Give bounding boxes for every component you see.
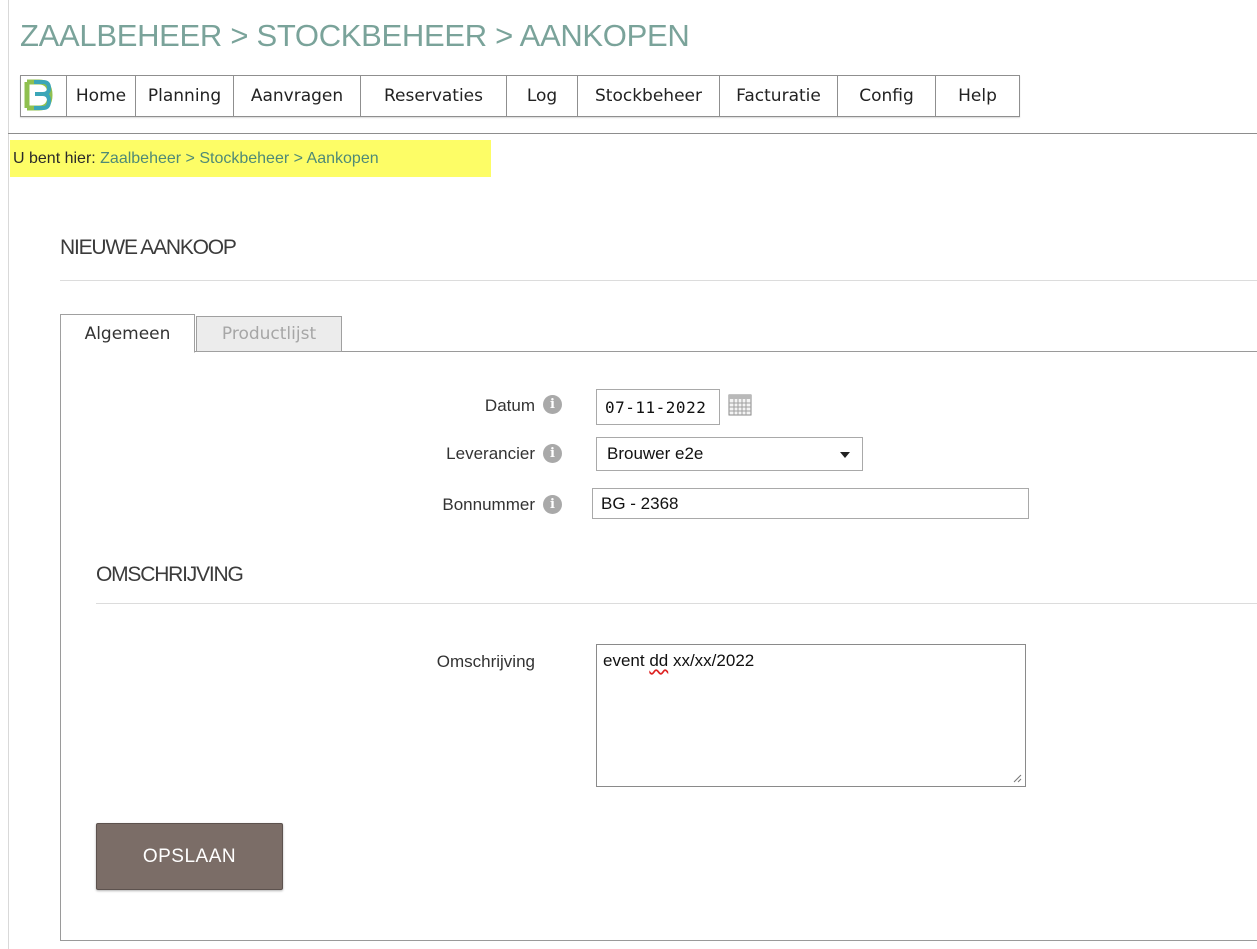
leverancier-select[interactable]: Brouwer e2e [596,437,863,471]
nav-item-home[interactable]: Home [67,76,136,116]
breadcrumb-separator: > [181,150,200,167]
nav-item-stockbeheer[interactable]: Stockbeheer [578,76,720,116]
breadcrumb-prefix: U bent hier [13,150,92,167]
nav-item-facturatie[interactable]: Facturatie [720,76,838,116]
breadcrumb-separator: > [289,150,307,167]
omschrijving-label: Omschrijving [436,652,535,671]
nav-item-aanvragen[interactable]: Aanvragen [234,76,361,116]
info-icon[interactable]: i [543,395,562,414]
omschrijving-textarea[interactable]: event dd xx/xx/2022 [596,644,1026,787]
bonnummer-input[interactable]: BG - 2368 [592,488,1029,519]
form-title-divider [60,280,1257,281]
omschrijving-section-title: OMSCHRIJVING [96,563,244,586]
omschrijving-text: event dd xx/xx/2022 [603,651,755,670]
page-title: ZAALBEHEER > STOCKBEHEER > AANKOPEN [20,18,690,53]
resize-grip-icon[interactable] [1012,773,1022,783]
leverancier-selected-value: Brouwer e2e [607,444,704,463]
breadcrumb: U bent hier: Zaalbeheer > Stockbeheer > … [10,140,491,177]
chevron-down-icon [840,452,850,458]
info-icon[interactable]: i [543,495,562,514]
nav-item-planning[interactable]: Planning [136,76,234,116]
omschrijving-divider [96,603,1257,604]
nav-item-help[interactable]: Help [936,76,1019,116]
e2e-logo-icon[interactable] [21,76,67,116]
spellcheck-flagged-word: dd [649,651,669,670]
breadcrumb-link-stockbeheer[interactable]: Stockbeheer [199,150,289,167]
save-button[interactable]: OPSLAAN [96,823,283,890]
bonnummer-label: Bonnummer [442,495,535,514]
tab-productlijst[interactable]: Productlijst [196,316,342,352]
datum-input[interactable]: 07-11-2022 [596,389,720,425]
nav-item-reservaties[interactable]: Reservaties [361,76,507,116]
nav-item-config[interactable]: Config [838,76,936,116]
form-title: NIEUWE AANKOOP [60,236,237,259]
nav-item-log[interactable]: Log [507,76,578,116]
info-icon[interactable]: i [543,444,562,463]
tab-algemeen[interactable]: Algemeen [60,314,195,353]
calendar-icon[interactable] [728,394,752,416]
header-divider [8,133,1257,134]
breadcrumb-link-zaalbeheer[interactable]: Zaalbeheer [100,150,181,167]
breadcrumb-link-aankopen[interactable]: Aankopen [307,150,379,167]
page-border [8,0,9,949]
main-navbar: Home Planning Aanvragen Reservaties Log … [20,75,1020,117]
breadcrumb-colon: : [91,150,101,167]
datum-label: Datum [484,396,535,415]
leverancier-label: Leverancier [446,444,535,463]
